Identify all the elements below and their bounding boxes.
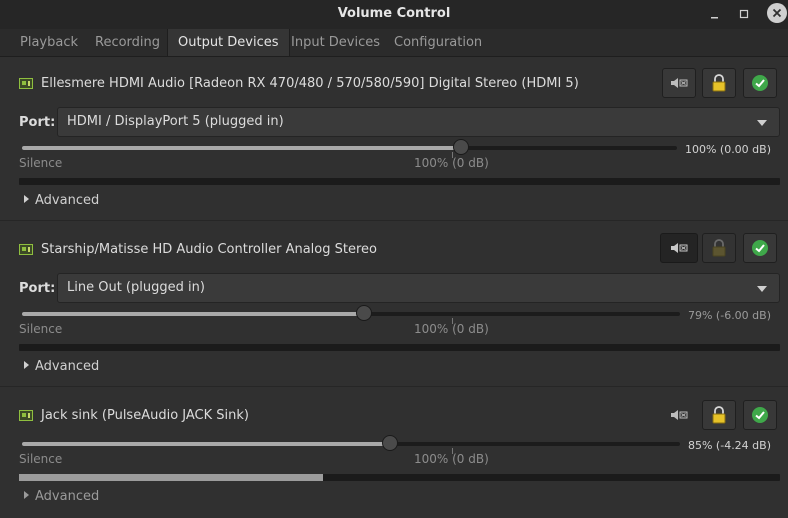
volume-knob[interactable]	[356, 305, 372, 321]
volume-readout: 100% (0.00 dB)	[684, 143, 771, 156]
port-label: Port:	[19, 115, 56, 130]
silence-label: Silence	[19, 452, 63, 466]
lock-channels-button[interactable]	[702, 68, 736, 98]
reference-label: 100% (0 dB)	[414, 156, 489, 170]
advanced-expander[interactable]: Advanced	[24, 489, 99, 504]
separator	[0, 386, 788, 387]
separator	[0, 220, 788, 221]
set-default-button[interactable]	[743, 233, 777, 263]
advanced-label: Advanced	[35, 359, 100, 374]
set-default-button[interactable]	[743, 68, 777, 98]
port-value: HDMI / DisplayPort 5 (plugged in)	[67, 114, 284, 129]
tab-bar: Playback Recording Output Devices Input …	[0, 29, 788, 57]
advanced-expander[interactable]: Advanced	[24, 359, 99, 374]
volume-fill	[22, 146, 461, 150]
port-select[interactable]: HDMI / DisplayPort 5 (plugged in)	[57, 107, 780, 137]
window-title: Volume Control	[337, 6, 451, 21]
set-default-button[interactable]	[743, 400, 777, 430]
tab-output-devices[interactable]: Output Devices	[167, 29, 290, 56]
checkmark-icon	[752, 240, 768, 256]
tab-input-devices[interactable]: Input Devices	[281, 29, 390, 56]
peak-meter	[19, 344, 780, 351]
silence-label: Silence	[19, 322, 63, 336]
peak-meter	[19, 474, 780, 481]
minimize-icon	[711, 17, 718, 19]
advanced-label: Advanced	[35, 489, 100, 504]
expander-arrow-icon	[24, 361, 29, 369]
silence-label: Silence	[19, 156, 63, 170]
speaker-mute-icon	[671, 243, 688, 253]
mute-button[interactable]	[662, 400, 696, 430]
volume-knob[interactable]	[382, 435, 398, 451]
advanced-label: Advanced	[35, 193, 100, 208]
audio-card-icon	[19, 410, 33, 421]
audio-card-icon	[19, 78, 33, 89]
tab-recording[interactable]: Recording	[85, 29, 170, 56]
mute-button[interactable]	[662, 68, 696, 98]
volume-slider[interactable]	[22, 139, 677, 155]
volume-fill	[22, 442, 390, 446]
lock-channels-button[interactable]	[702, 400, 736, 430]
reference-label: 100% (0 dB)	[414, 452, 489, 466]
volume-slider[interactable]	[22, 435, 680, 451]
maximize-button[interactable]	[734, 4, 754, 24]
volume-fill	[22, 312, 364, 316]
lock-icon	[712, 406, 726, 424]
audio-card-icon	[19, 244, 33, 255]
peak-meter-fill	[19, 474, 323, 481]
device-name: Starship/Matisse HD Audio Controller Ana…	[41, 242, 377, 257]
volume-readout: 79% (-6.00 dB)	[687, 309, 771, 322]
port-label: Port:	[19, 281, 56, 296]
title-bar: Volume Control	[0, 0, 788, 29]
device-name: Ellesmere HDMI Audio [Radeon RX 470/480 …	[41, 76, 579, 91]
close-icon	[772, 8, 782, 18]
close-button[interactable]	[767, 3, 787, 23]
advanced-expander[interactable]: Advanced	[24, 193, 99, 208]
tab-playback[interactable]: Playback	[10, 29, 88, 56]
tab-configuration[interactable]: Configuration	[384, 29, 492, 56]
lock-icon	[712, 74, 726, 92]
lock-icon	[712, 239, 726, 257]
chevron-down-icon	[757, 286, 767, 292]
device-name: Jack sink (PulseAudio JACK Sink)	[41, 408, 249, 423]
mute-button[interactable]	[660, 233, 698, 263]
lock-channels-button[interactable]	[702, 233, 736, 263]
minimize-button[interactable]	[704, 4, 724, 24]
port-select[interactable]: Line Out (plugged in)	[57, 273, 780, 303]
volume-slider[interactable]	[22, 305, 680, 321]
chevron-down-icon	[757, 120, 767, 126]
speaker-mute-icon	[671, 410, 688, 420]
port-value: Line Out (plugged in)	[67, 280, 205, 295]
volume-knob[interactable]	[453, 139, 469, 155]
expander-arrow-icon	[24, 195, 29, 203]
checkmark-icon	[752, 407, 768, 423]
speaker-mute-icon	[671, 78, 688, 88]
volume-readout: 85% (-4.24 dB)	[687, 439, 771, 452]
peak-meter	[19, 178, 780, 185]
maximize-icon	[739, 9, 749, 19]
reference-label: 100% (0 dB)	[414, 322, 489, 336]
checkmark-icon	[752, 75, 768, 91]
expander-arrow-icon	[24, 491, 29, 499]
